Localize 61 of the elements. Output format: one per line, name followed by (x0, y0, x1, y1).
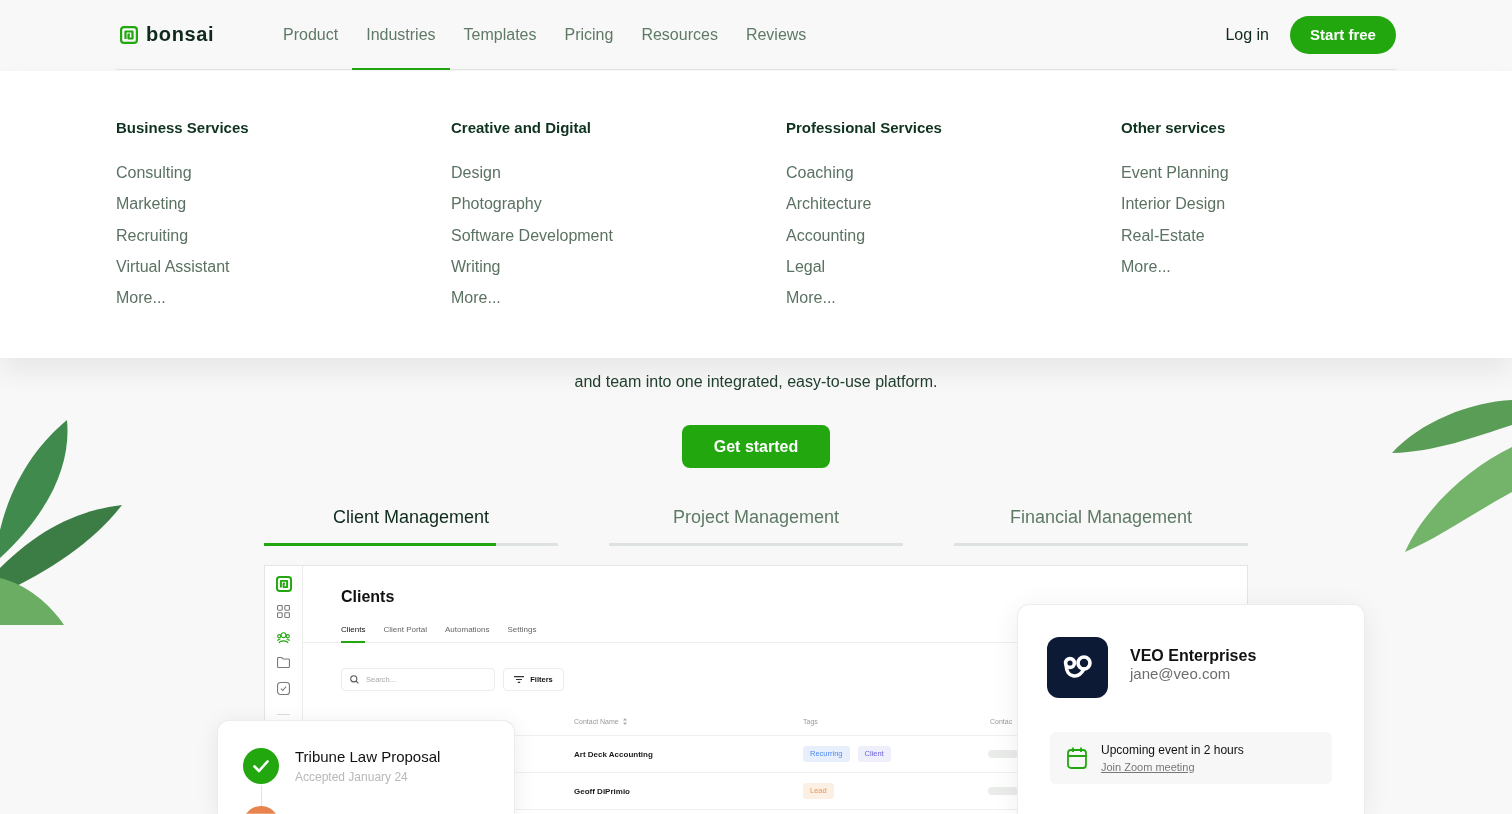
menu-link[interactable]: Software Development (451, 225, 613, 246)
join-meeting-link[interactable]: Join Zoom meeting (1101, 759, 1195, 774)
app-tab[interactable]: Settings (507, 624, 537, 643)
menu-link[interactable]: Consulting (116, 163, 192, 183)
product-tab[interactable]: Project Management (609, 492, 903, 546)
logo-icon (1047, 637, 1108, 698)
menu-link[interactable]: More... (451, 288, 501, 309)
menu-link[interactable]: Recruiting (116, 225, 189, 246)
filter-icon (514, 676, 525, 683)
menu-link[interactable]: Architecture (786, 194, 872, 215)
menu-link[interactable]: Photography (451, 194, 542, 215)
menu-link[interactable]: Coaching (786, 163, 854, 183)
event-title: Upcoming event in 2 hours (1101, 742, 1244, 758)
app-tab[interactable]: Automations (445, 624, 490, 643)
people-icon[interactable] (277, 630, 290, 644)
search-icon (350, 675, 359, 684)
hero-subtitle: and team into one integrated, easy-to-use platform. (574, 372, 938, 392)
menu-link[interactable]: More... (786, 288, 836, 309)
menu-link[interactable]: Accounting (786, 225, 866, 246)
menu-link[interactable]: More... (1121, 256, 1171, 277)
nav-link[interactable]: Templates (449, 0, 551, 70)
logo-icon (120, 25, 138, 44)
menu-heading: Professional Services (786, 118, 942, 138)
logo-icon (275, 576, 292, 592)
menu-link[interactable]: Marketing (116, 194, 187, 215)
page-title: Clients (341, 587, 395, 607)
app-tab[interactable]: Clients (341, 624, 366, 643)
client-email: jane@veo.com (1130, 665, 1231, 683)
contact-name-cell-text: Geoff DiPrimio (574, 786, 631, 796)
menu-heading: Business Services (116, 118, 249, 138)
menu-link[interactable]: Real-Estate (1121, 225, 1205, 246)
app-tab[interactable]: Client Portal (383, 624, 428, 643)
brand-name: bonsai (146, 23, 215, 46)
contact-name-cell-text: Art Deck Accounting (574, 749, 654, 759)
login-link[interactable]: Log in (1225, 25, 1269, 44)
client-name: VEO Enterprises (1130, 646, 1257, 665)
menu-heading: Other services (1121, 118, 1226, 138)
nav-link[interactable]: Industries (352, 0, 450, 70)
menu-link[interactable]: Virtual Assistant (116, 256, 230, 277)
menu-link[interactable]: Interior Design (1121, 194, 1226, 215)
proposal-title: Tribune Law Proposal (295, 748, 441, 766)
nav-link[interactable]: Product (269, 0, 353, 70)
nav-link[interactable]: Pricing (550, 0, 628, 70)
proposal-status: Accepted January 24 (295, 769, 409, 785)
menu-link[interactable]: Event Planning (1121, 163, 1229, 183)
folder-icon[interactable] (277, 656, 290, 669)
menu-link[interactable]: Writing (451, 256, 501, 277)
start-free-button[interactable]: Start free (1290, 15, 1396, 54)
nav-link[interactable]: Reviews (731, 0, 821, 70)
calendar-icon (1067, 747, 1087, 769)
product-tab[interactable]: Client Management (264, 492, 558, 546)
grid-icon[interactable] (277, 605, 290, 618)
menu-heading: Creative and Digital (451, 118, 592, 138)
nav-link[interactable]: Resources (627, 0, 732, 70)
menu-link[interactable]: Legal (786, 256, 826, 277)
menu-link[interactable]: Design (451, 163, 501, 183)
get-started-button[interactable]: Get started (682, 425, 830, 468)
product-tab[interactable]: Financial Management (954, 492, 1248, 546)
sort-icon[interactable] (622, 717, 627, 725)
checkbox-icon[interactable] (277, 681, 290, 695)
menu-link[interactable]: More... (116, 288, 166, 309)
